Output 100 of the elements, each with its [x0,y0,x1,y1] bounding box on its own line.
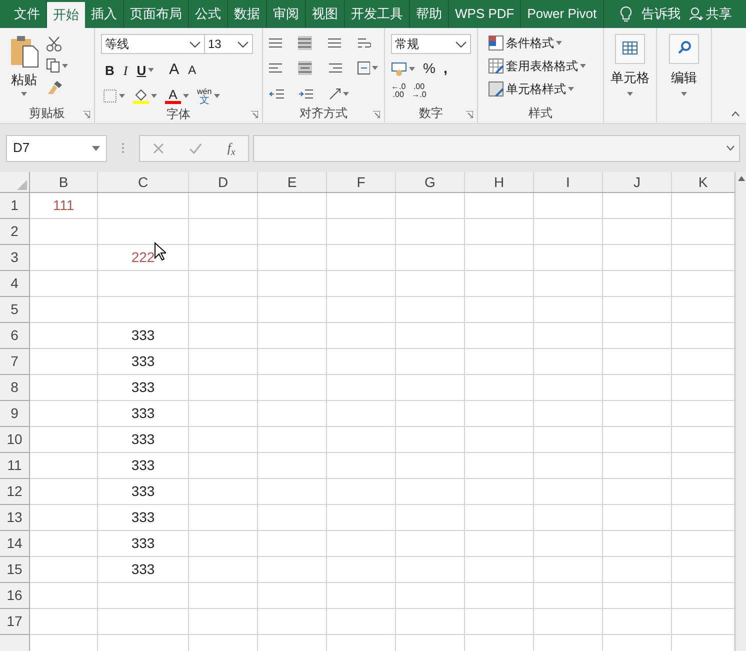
number-format-field[interactable]: 常规 [391,34,471,54]
column-header[interactable]: J [603,172,672,192]
table-cell[interactable] [189,427,258,453]
table-cell[interactable] [534,271,603,297]
table-cell[interactable] [396,453,465,479]
table-cell[interactable] [603,609,672,635]
table-cell[interactable] [603,479,672,505]
table-cell[interactable] [534,193,603,219]
table-cell[interactable] [30,609,98,635]
table-cell[interactable] [534,505,603,531]
table-cell[interactable] [98,193,189,219]
table-cell[interactable] [327,609,396,635]
cells-button[interactable]: 单元格 [610,34,650,103]
table-cell[interactable] [327,505,396,531]
name-box[interactable]: D7 [6,134,107,162]
scroll-up-icon[interactable] [738,176,744,181]
table-cell[interactable] [30,557,98,583]
table-cell[interactable] [465,323,534,349]
table-cell[interactable] [258,531,327,557]
dialog-launcher-icon[interactable] [466,111,473,118]
table-cell[interactable] [30,583,98,609]
table-cell[interactable] [189,297,258,323]
table-cell[interactable]: 333 [98,375,189,401]
table-cell[interactable] [327,219,396,245]
insert-function-button[interactable]: f$_{x}$ [227,138,236,158]
table-cell[interactable] [258,219,327,245]
table-cell[interactable] [258,375,327,401]
paste-button[interactable]: 粘贴 [6,34,42,103]
table-cell[interactable] [327,401,396,427]
table-cell[interactable] [258,349,327,375]
table-cell[interactable] [327,479,396,505]
table-cell[interactable] [98,297,189,323]
table-cell[interactable] [603,427,672,453]
table-cell[interactable] [396,479,465,505]
table-cell[interactable] [189,401,258,427]
table-cell[interactable] [327,349,396,375]
table-cell[interactable] [327,193,396,219]
phonetic-button[interactable]: wén 文 [197,86,220,104]
table-cell[interactable] [396,323,465,349]
table-cell[interactable] [258,193,327,219]
table-cell[interactable]: 333 [98,479,189,505]
table-cell[interactable] [189,609,258,635]
column-header[interactable]: B [30,172,98,192]
table-cell[interactable] [603,219,672,245]
style-menu-button[interactable]: 套用表格格式 [488,57,586,75]
row-header[interactable]: 8 [0,375,30,401]
underline-button[interactable]: U [136,60,154,80]
table-cell[interactable] [396,219,465,245]
table-cell[interactable] [465,453,534,479]
table-cell[interactable] [189,271,258,297]
table-cell[interactable] [327,271,396,297]
table-cell[interactable] [98,583,189,609]
row-header[interactable]: 7 [0,349,30,375]
row-header[interactable]: 6 [0,323,30,349]
style-menu-button[interactable]: 条件格式 [488,34,586,52]
table-cell[interactable] [465,349,534,375]
table-cell[interactable] [603,323,672,349]
font-color-button[interactable]: A [165,88,189,104]
table-cell[interactable] [258,323,327,349]
table-cell[interactable] [258,401,327,427]
column-header[interactable]: D [189,172,258,192]
table-cell[interactable] [327,453,396,479]
table-cell[interactable] [534,479,603,505]
table-cell[interactable] [396,609,465,635]
table-cell[interactable] [30,245,98,271]
table-cell[interactable] [465,271,534,297]
table-cell[interactable] [465,505,534,531]
row-header[interactable]: 14 [0,531,30,557]
table-cell[interactable] [396,427,465,453]
table-cell[interactable] [465,531,534,557]
table-cell[interactable] [30,453,98,479]
table-cell[interactable] [189,453,258,479]
vertical-scrollbar[interactable] [735,172,746,651]
table-cell[interactable] [30,297,98,323]
table-cell[interactable] [98,271,189,297]
cancel-icon[interactable] [152,142,164,154]
row-header[interactable]: 1 [0,193,30,219]
table-cell[interactable]: 333 [98,505,189,531]
borders-button[interactable] [103,88,125,102]
table-cell[interactable] [189,557,258,583]
table-cell[interactable] [258,609,327,635]
table-cell[interactable] [189,505,258,531]
table-cell[interactable] [258,557,327,583]
table-cell[interactable] [534,583,603,609]
table-cell[interactable] [258,505,327,531]
percent-button[interactable]: % [423,58,436,79]
row-header[interactable]: 4 [0,271,30,297]
table-cell[interactable] [258,479,327,505]
table-cell[interactable] [534,401,603,427]
table-cell[interactable] [30,349,98,375]
align-right-icon[interactable] [328,61,342,76]
table-cell[interactable] [465,557,534,583]
table-cell[interactable] [534,245,603,271]
table-cell[interactable] [327,583,396,609]
column-header[interactable]: I [534,172,603,192]
table-cell[interactable] [30,505,98,531]
table-cell[interactable] [189,531,258,557]
table-cell[interactable] [465,245,534,271]
table-cell[interactable] [603,193,672,219]
column-header[interactable]: F [327,172,396,192]
